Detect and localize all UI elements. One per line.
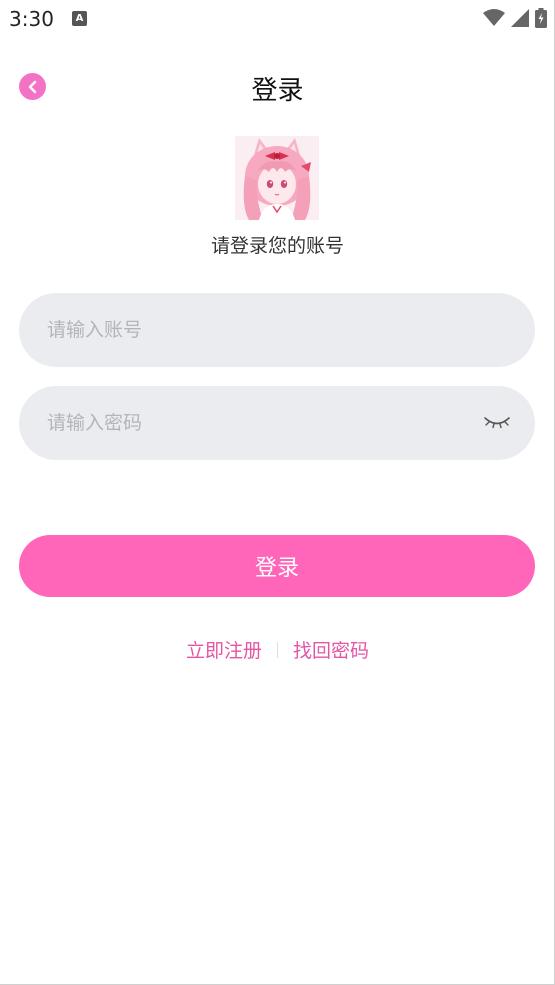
app-notification-icon: A <box>72 11 87 26</box>
avatar <box>235 136 319 220</box>
wifi-icon <box>483 9 505 26</box>
signal-icon <box>511 9 529 27</box>
battery-icon <box>535 8 547 28</box>
account-field[interactable] <box>19 293 535 367</box>
page-title: 登录 <box>251 76 304 106</box>
status-bar: 3:30 A <box>0 0 555 38</box>
link-divider <box>277 641 278 658</box>
status-time: 3:30 <box>9 7 54 31</box>
anime-girl-avatar-image <box>235 136 319 220</box>
login-screen: 3:30 A 登录 请登录您的账号 请输入账号 登录 立即注册 找回密码 <box>0 0 555 985</box>
recover-password-link[interactable]: 找回密码 <box>293 636 369 663</box>
login-subtitle: 请登录您的账号 <box>210 235 344 257</box>
eye-closed-icon[interactable] <box>483 413 511 431</box>
login-button[interactable]: 登录 <box>19 535 535 597</box>
password-input[interactable] <box>47 386 477 460</box>
register-link[interactable]: 立即注册 <box>186 636 262 663</box>
auth-links: 立即注册 找回密码 <box>0 636 555 663</box>
password-field[interactable] <box>19 386 535 460</box>
account-input[interactable] <box>47 293 477 367</box>
status-indicators <box>483 8 547 28</box>
